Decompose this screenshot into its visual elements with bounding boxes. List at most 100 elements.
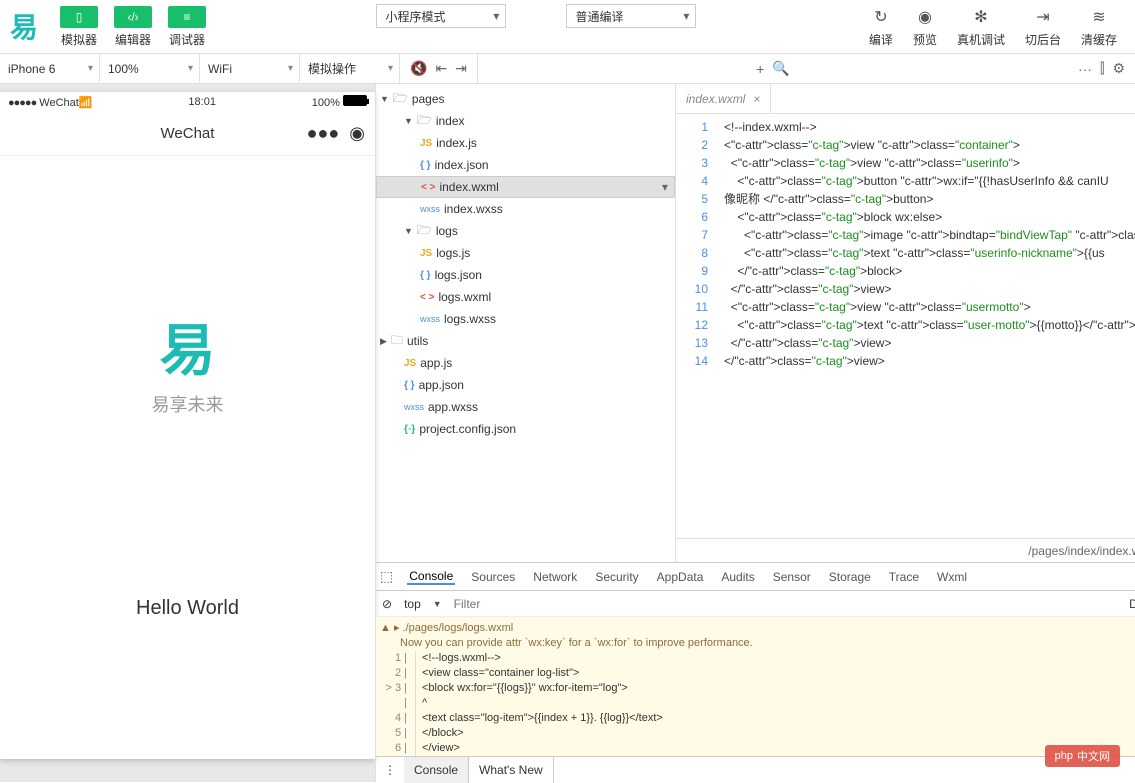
mock-select[interactable]: 模拟操作 [300,54,400,84]
folder-icon: 🗀 [391,331,403,352]
battery-label: 100% [312,97,340,109]
trace-tab[interactable]: Trace [887,570,921,584]
debugger-tab[interactable]: ≡调试器 [160,4,214,50]
appdata-tab[interactable]: AppData [655,570,706,584]
device-select[interactable]: iPhone 6 [0,54,100,84]
file-indexjs[interactable]: JS index.js [376,132,675,154]
inspect-icon[interactable]: ⬚ [380,568,393,585]
debug-icon: ✻ [974,6,987,28]
compile-button[interactable]: ↻ 编译 [859,4,903,50]
console-filterbar: ⊘ top▼ Default levels ▼ [376,591,1135,617]
network-tab[interactable]: Network [531,570,579,584]
search-icon[interactable]: 🔍 [772,60,789,77]
sources-tab[interactable]: Sources [469,570,517,584]
code-area[interactable]: <!--index.wxml--><"c-attr">class="c-tag"… [720,114,1135,538]
file-appjson[interactable]: { } app.json [376,374,675,396]
debugger-label: 调试器 [169,31,205,48]
file-label: logs.wxss [444,312,496,326]
target-icon[interactable]: ◉ [349,123,365,144]
file-tree: ▼ 🗁 pages ▼ 🗁 index JS index.js { } inde… [376,84,676,562]
drawer-console-tab[interactable]: Console [404,757,469,783]
file-logsjs[interactable]: JS logs.js [376,242,675,264]
app-tagline: 易享未来 [152,391,224,417]
editor-label: 编辑器 [115,31,151,48]
phone-statusbar: ●●●●● WeChat📶 18:01 100% [0,92,375,112]
folder-utils[interactable]: ▶ 🗀 utils [376,330,675,352]
close-icon[interactable]: × [753,92,760,106]
file-label: logs.wxml [438,290,491,304]
background-button[interactable]: ⇥切后台 [1015,4,1071,50]
console-output[interactable]: ▲ ▸ ./pages/logs/logs.wxml Now you can p… [376,617,1135,756]
file-label: index.wxss [444,202,503,216]
simulator-tab[interactable]: ▯模拟器 [52,4,106,50]
clear-icon[interactable]: ⊘ [382,597,392,611]
chevron-right-icon: ▶ [380,336,387,347]
file-indexwxss[interactable]: wxss index.wxss [376,198,675,220]
clearcache-button[interactable]: ≋清缓存 [1071,4,1127,50]
code-editor: index.wxml× 1234567891011121314 <!--inde… [676,84,1135,562]
compile-select[interactable]: 普通编译 [566,4,696,28]
file-projectcfg[interactable]: {◦} project.config.json [376,418,675,440]
editor-body[interactable]: 1234567891011121314 <!--index.wxml--><"c… [676,114,1135,538]
devtools-tabs: ⬚ Console Sources Network Security AppDa… [376,563,1135,591]
exit-icon: ⇥ [1036,6,1049,28]
collapse-icon[interactable]: ⇤ [435,60,447,77]
clock-label: 18:01 [188,96,216,108]
realdevice-button[interactable]: ✻真机调试 [947,4,1015,50]
phone-frame: ●●●●● WeChat📶 18:01 100% WeChat ●●● ◉ 易 … [0,92,375,759]
drawer-whatsnew-tab[interactable]: What's New [469,757,554,783]
file-indexjson[interactable]: { } index.json [376,154,675,176]
wxss-icon: wxss [420,204,440,214]
warn-path: ./pages/logs/logs.wxml [403,622,514,634]
menu-dots-icon[interactable]: ●●● [307,123,340,144]
sensor-tab[interactable]: Sensor [771,570,813,584]
folder-index[interactable]: ▼ 🗁 index [376,110,675,132]
folder-label: logs [436,224,458,238]
chevron-down-icon: ▼ [404,226,413,236]
filter-input[interactable] [454,597,1117,611]
refresh-icon: ↻ [874,6,887,28]
chevron-down-icon: ▼ [404,116,413,126]
compile-label: 编译 [869,31,893,48]
expand-icon[interactable]: ⇥ [455,60,467,77]
network-select[interactable]: WiFi [200,54,300,84]
file-logswxss[interactable]: wxss logs.wxss [376,308,675,330]
eye-icon: ◉ [918,6,932,28]
view-tabs: ▯模拟器 ‹/› 编辑器 ≡调试器 [52,4,214,50]
file-indexwxml[interactable]: < > index.wxml [376,176,675,198]
context-select[interactable]: top [404,597,421,611]
file-logswxml[interactable]: < > logs.wxml [376,286,675,308]
folder-pages[interactable]: ▼ 🗁 pages [376,88,675,110]
wxml-icon: < > [421,182,435,193]
mode-select[interactable]: 小程序模式 [376,4,506,28]
folder-icon: 🗁 [417,221,432,242]
folder-label: pages [412,92,445,106]
audits-tab[interactable]: Audits [719,570,756,584]
zoom-select[interactable]: 100% [100,54,200,84]
main-area: ●●●●● WeChat📶 18:01 100% WeChat ●●● ◉ 易 … [0,84,1135,782]
drawer-icon[interactable]: ⋮ [376,763,404,777]
devtools-drawer-tabs: ⋮ Console What's New [376,756,1135,782]
storage-tab[interactable]: Storage [827,570,873,584]
split-icon[interactable]: ⫿ [1100,60,1104,77]
add-icon[interactable]: + [756,61,764,77]
app-brand-icon: 易 [160,306,216,387]
wxml-tab[interactable]: Wxml [935,570,969,584]
more-icon[interactable]: ··· [1078,61,1092,77]
file-logsjson[interactable]: { } logs.json [376,264,675,286]
file-appjs[interactable]: JS app.js [376,352,675,374]
editor-tab-indexwxml[interactable]: index.wxml× [676,84,771,114]
js-icon: JS [420,138,432,149]
mute-icon[interactable]: 🔇 [410,60,427,77]
file-label: app.wxss [428,400,478,414]
security-tab[interactable]: Security [593,570,640,584]
settings-icon[interactable]: ⚙ [1112,60,1125,77]
preview-button[interactable]: ◉预览 [903,4,947,50]
console-tab[interactable]: Console [407,569,455,585]
levels-select[interactable]: Default levels ▼ [1129,597,1135,611]
file-appwxss[interactable]: wxss app.wxss [376,396,675,418]
editor-tabbar: index.wxml× [676,84,1135,114]
editor-tab[interactable]: ‹/› 编辑器 [106,4,160,50]
code-icon: ‹/› [114,6,152,28]
folder-logs[interactable]: ▼ 🗁 logs [376,220,675,242]
